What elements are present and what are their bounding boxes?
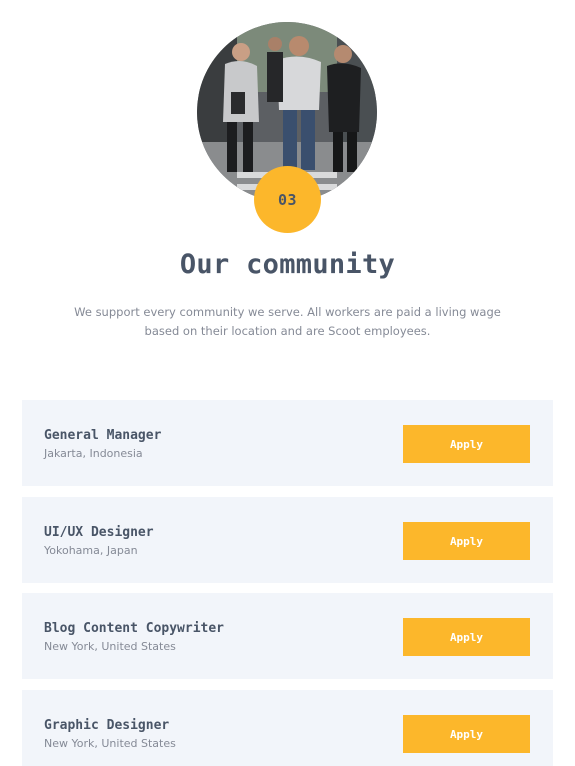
job-location: New York, United States: [44, 737, 176, 750]
job-card: Graphic Designer New York, United States…: [22, 690, 553, 766]
section-description: We support every community we serve. All…: [74, 305, 501, 338]
apply-button[interactable]: Apply: [403, 425, 530, 463]
job-location: Yokohama, Japan: [44, 544, 138, 557]
job-card: Blog Content Copywriter New York, United…: [22, 593, 553, 679]
section-title: Our community: [179, 249, 396, 280]
job-location: New York, United States: [44, 640, 176, 653]
apply-button[interactable]: Apply: [403, 715, 530, 753]
step-number-badge: 03: [254, 166, 321, 233]
apply-button[interactable]: Apply: [403, 618, 530, 656]
job-title: UI/UX Designer: [44, 525, 154, 540]
job-card: UI/UX Designer Yokohama, Japan Apply: [22, 497, 553, 583]
job-location: Jakarta, Indonesia: [44, 447, 143, 460]
job-title: General Manager: [44, 428, 162, 443]
job-title: Blog Content Copywriter: [44, 621, 225, 636]
apply-button[interactable]: Apply: [403, 522, 530, 560]
job-title: Graphic Designer: [44, 718, 170, 733]
job-card: General Manager Jakarta, Indonesia Apply: [22, 400, 553, 486]
